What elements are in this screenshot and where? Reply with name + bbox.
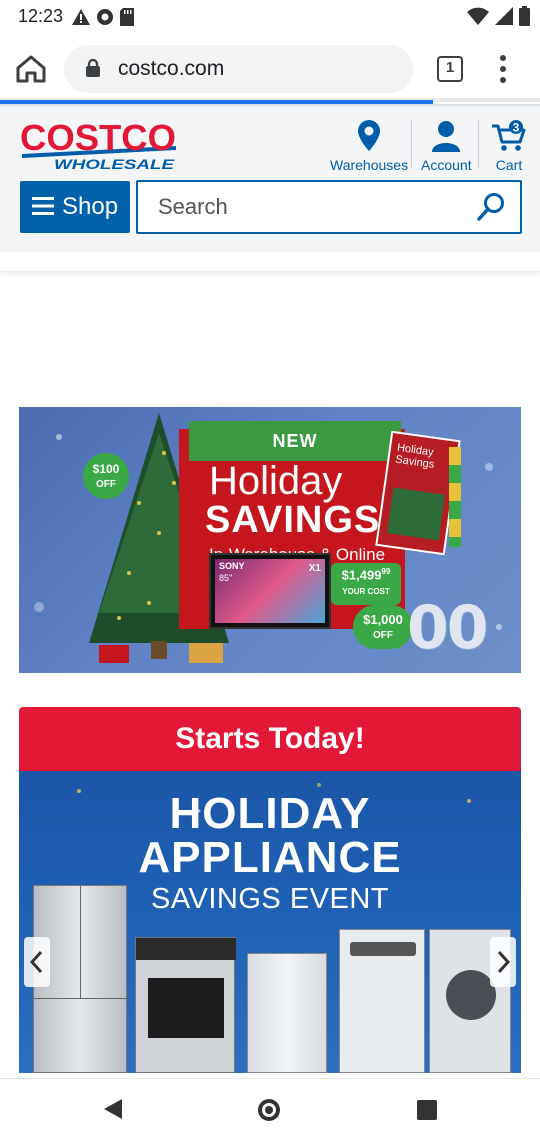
warehouses-label: Warehouses	[330, 157, 409, 173]
thousand-off-badge: $1,000 OFF	[353, 605, 413, 649]
system-icons	[467, 6, 530, 26]
search-box	[136, 180, 522, 234]
cart-label: Cart	[495, 157, 523, 173]
header-shadow	[0, 252, 540, 272]
chevron-right-icon	[497, 950, 511, 974]
holiday-appliance-banner[interactable]: Starts Today! HOLIDAY APPLIANCE SAVINGS …	[19, 707, 521, 1073]
back-button[interactable]	[100, 1097, 124, 1126]
wifi-icon	[467, 7, 489, 25]
tv-image: SONY 85" X1	[209, 553, 331, 629]
warehouses-link[interactable]: Warehouses	[330, 120, 408, 173]
account-link[interactable]: Account	[421, 120, 472, 173]
svg-text:WHOLESALE: WHOLESALE	[54, 156, 175, 170]
url-text: costco.com	[118, 57, 225, 80]
svg-text:COSTCO: COSTCO	[20, 120, 176, 158]
search-icon	[477, 193, 504, 221]
holiday-title: Holiday	[209, 459, 343, 503]
holiday-savings-banner[interactable]: $100 OFF NEW Holiday SAVINGS In-Warehous…	[19, 407, 521, 673]
cart-icon: 3	[492, 120, 526, 151]
more-vert-icon	[500, 55, 506, 83]
account-icon	[432, 121, 461, 152]
dishwasher-image	[247, 953, 327, 1073]
tab-switcher-button[interactable]: 1	[437, 56, 463, 82]
washer-image	[339, 929, 425, 1073]
recents-icon	[417, 1100, 437, 1120]
new-tag: NEW	[189, 421, 401, 461]
carousel-prev-button[interactable]	[24, 937, 50, 987]
chevron-left-icon	[29, 950, 43, 974]
signal-icon	[495, 7, 513, 25]
savings-title: SAVINGS	[205, 499, 381, 541]
magazine-spine	[449, 447, 461, 547]
home-icon	[16, 55, 46, 83]
price-tag: $1,49999 YOUR COST	[331, 563, 401, 605]
search-submit-button[interactable]	[476, 192, 506, 227]
system-nav-bar	[0, 1078, 540, 1140]
appliance-title-line1: HOLIDAY	[169, 789, 371, 838]
home-nav-button[interactable]	[256, 1097, 282, 1128]
shop-menu-button[interactable]: Shop	[20, 181, 130, 233]
browser-menu-button[interactable]	[494, 52, 512, 86]
decorative-digits: 00	[407, 593, 488, 663]
appliance-title-line2: APPLIANCE	[138, 833, 402, 882]
battery-icon	[519, 6, 530, 26]
site-header: COSTCO WHOLESALE Warehouses Account 3 Ca…	[0, 104, 540, 252]
warning-icon	[72, 9, 90, 25]
back-icon	[104, 1099, 122, 1119]
sd-card-icon	[120, 8, 134, 26]
costco-logo[interactable]: COSTCO WHOLESALE	[18, 117, 180, 172]
cart-link[interactable]: 3 Cart	[490, 120, 528, 173]
range-oven-image	[135, 937, 236, 1073]
home-button[interactable]	[14, 52, 48, 86]
lock-icon	[86, 59, 100, 77]
hamburger-icon	[32, 197, 54, 215]
carousel-next-button[interactable]	[490, 937, 516, 987]
search-input[interactable]	[158, 192, 458, 222]
address-bar[interactable]: costco.com	[64, 45, 413, 93]
nav-divider	[478, 120, 479, 168]
browser-toolbar: costco.com 1	[0, 36, 540, 102]
status-bar: 12:23	[0, 0, 540, 36]
status-time: 12:23	[18, 6, 64, 26]
home-circle-icon	[258, 1099, 280, 1121]
account-label: Account	[421, 157, 472, 173]
map-pin-icon	[358, 120, 381, 151]
notification-icons	[72, 8, 134, 26]
recents-button[interactable]	[416, 1099, 438, 1126]
shop-label: Shop	[62, 193, 119, 220]
discount-badge: $100 OFF	[83, 453, 129, 499]
nav-divider	[411, 120, 412, 168]
cart-count: 3	[513, 121, 520, 135]
bubble-icon	[97, 9, 113, 25]
starts-today-header: Starts Today!	[19, 707, 521, 771]
